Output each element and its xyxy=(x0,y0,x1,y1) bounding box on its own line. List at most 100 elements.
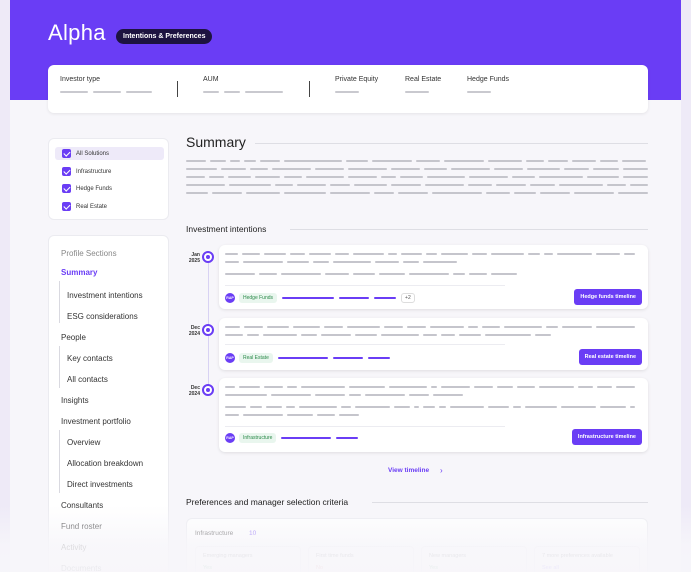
solution-tag: Real Estate xyxy=(239,353,273,363)
nav-indent-line xyxy=(59,281,60,323)
nav-fund-roster[interactable]: Fund roster xyxy=(61,522,102,531)
nav-key-contacts[interactable]: Key contacts xyxy=(67,354,113,363)
pref-label: First time funds xyxy=(316,553,354,559)
overview-investor-type: Investor type xyxy=(60,76,152,93)
checkbox-icon[interactable] xyxy=(62,167,71,176)
investment-intentions-heading: Investment intentions xyxy=(186,224,267,234)
intention-card: RAP Real Estate Real estate timeline xyxy=(219,318,648,370)
pref-more: 7 more preferences available See all xyxy=(534,546,640,572)
pref-label: New managers xyxy=(429,553,466,559)
sections-heading: Profile Sections xyxy=(61,249,117,258)
pref-label: Emerging managers xyxy=(203,553,253,559)
firm-logo-icon: RAP xyxy=(225,433,235,443)
date-year: 2024 xyxy=(188,331,200,337)
timeline-dot xyxy=(202,251,214,263)
filter-label: Hedge Funds xyxy=(76,185,113,192)
overview-label: Private Equity xyxy=(335,76,379,83)
heading-rule xyxy=(290,229,648,230)
nav-all-contacts[interactable]: All contacts xyxy=(67,375,108,384)
overview-label: Hedge Funds xyxy=(467,76,510,83)
filter-infrastructure[interactable]: Infrastructure xyxy=(55,165,164,178)
timeline-dot xyxy=(202,384,214,396)
filter-real-estate[interactable]: Real Estate xyxy=(55,200,164,213)
overview-label: Investor type xyxy=(60,76,101,83)
divider xyxy=(177,81,178,97)
nav-overview[interactable]: Overview xyxy=(67,438,100,447)
hedge-funds-timeline-button[interactable]: Hedge funds timeline xyxy=(574,289,642,305)
intention-text xyxy=(225,386,635,422)
overview-aum: AUM xyxy=(203,76,283,93)
intention-card: RAP Hedge Funds +2 Hedge funds timeline xyxy=(219,245,648,309)
solutions-filter: All Solutions Infrastructure Hedge Funds… xyxy=(48,138,169,220)
overview-hedge-funds: Hedge Funds xyxy=(467,76,509,93)
manager-link[interactable] xyxy=(339,297,370,299)
manager-link[interactable] xyxy=(277,357,328,359)
firm-logo-icon: RAP xyxy=(225,353,235,363)
intention-card: RAP Infrastructure Infrastructure timeli… xyxy=(219,378,648,452)
filter-hedge-funds[interactable]: Hedge Funds xyxy=(55,182,164,195)
preferences-solution: Infrastructure xyxy=(195,530,234,537)
nav-people[interactable]: People xyxy=(61,333,86,342)
profile-sections-nav: Profile Sections Summary Investment inte… xyxy=(48,235,169,572)
filter-label: Infrastructure xyxy=(76,168,112,175)
pref-value: Yes xyxy=(429,565,438,571)
card-footer: RAP Infrastructure xyxy=(225,433,359,443)
nav-investment-intentions[interactable]: Investment intentions xyxy=(67,291,143,300)
date-year: 2024 xyxy=(188,391,200,397)
checkbox-icon[interactable] xyxy=(62,184,71,193)
infrastructure-timeline-button[interactable]: Infrastructure timeline xyxy=(571,429,642,445)
preferences-heading: Preferences and manager selection criter… xyxy=(186,497,349,507)
manager-link[interactable] xyxy=(367,357,390,359)
date-year: 2025 xyxy=(188,258,200,264)
solution-tag: Infrastructure xyxy=(239,433,277,443)
card-footer: RAP Real Estate xyxy=(225,353,390,363)
chevron-right-icon[interactable]: › xyxy=(440,466,443,475)
filter-all-solutions[interactable]: All Solutions xyxy=(55,147,164,160)
pref-first-time-funds: First time funds No xyxy=(308,546,414,572)
card-footer: RAP Hedge Funds +2 xyxy=(225,293,415,303)
intention-text xyxy=(225,253,635,281)
nav-summary[interactable]: Summary xyxy=(61,268,97,277)
pref-label: 7 more preferences available xyxy=(542,553,613,559)
more-badge[interactable]: +2 xyxy=(401,293,415,303)
timeline-dot xyxy=(202,324,214,336)
divider xyxy=(309,81,310,97)
intention-text xyxy=(225,326,635,342)
view-timeline-link[interactable]: View timeline xyxy=(388,467,429,474)
nav-documents[interactable]: Documents xyxy=(61,564,101,572)
nav-activity[interactable]: Activity xyxy=(61,543,86,552)
nav-esg-considerations[interactable]: ESG considerations xyxy=(67,312,138,321)
checkbox-icon[interactable] xyxy=(62,149,71,158)
overview-private-equity: Private Equity xyxy=(335,76,378,93)
nav-consultants[interactable]: Consultants xyxy=(61,501,103,510)
timeline-date: Jan 2025 xyxy=(180,252,200,264)
nav-allocation-breakdown[interactable]: Allocation breakdown xyxy=(67,459,143,468)
overview-real-estate: Real Estate xyxy=(405,76,441,93)
manager-link[interactable] xyxy=(332,357,363,359)
manager-link[interactable] xyxy=(282,297,335,299)
nav-indent-line xyxy=(59,430,60,493)
timeline-date: Dec 2024 xyxy=(180,385,200,397)
summary-text xyxy=(186,160,648,200)
pref-emerging-managers: Emerging managers Yes xyxy=(195,546,301,572)
timeline-date: Dec 2024 xyxy=(180,325,200,337)
card-separator xyxy=(225,285,505,286)
firm-logo-icon: RAP xyxy=(225,293,235,303)
card-separator xyxy=(225,344,505,345)
preferences-card: Infrastructure 10 Emerging managers Yes … xyxy=(186,518,648,572)
manager-link[interactable] xyxy=(281,437,332,439)
real-estate-timeline-button[interactable]: Real estate timeline xyxy=(578,349,642,365)
nav-direct-investments[interactable]: Direct investments xyxy=(67,480,133,489)
checkbox-icon[interactable] xyxy=(62,202,71,211)
nav-insights[interactable]: Insights xyxy=(61,396,89,405)
heading-rule xyxy=(372,502,648,503)
heading-rule xyxy=(255,143,648,144)
nav-investment-portfolio[interactable]: Investment portfolio xyxy=(61,417,131,426)
manager-link[interactable] xyxy=(336,437,359,439)
manager-link[interactable] xyxy=(374,297,397,299)
nav-indent-line xyxy=(59,346,60,388)
filter-label: All Solutions xyxy=(76,150,110,157)
pref-value: Yes xyxy=(203,565,212,571)
solution-tag: Hedge Funds xyxy=(239,293,278,303)
see-all-link[interactable]: See all xyxy=(542,565,632,571)
